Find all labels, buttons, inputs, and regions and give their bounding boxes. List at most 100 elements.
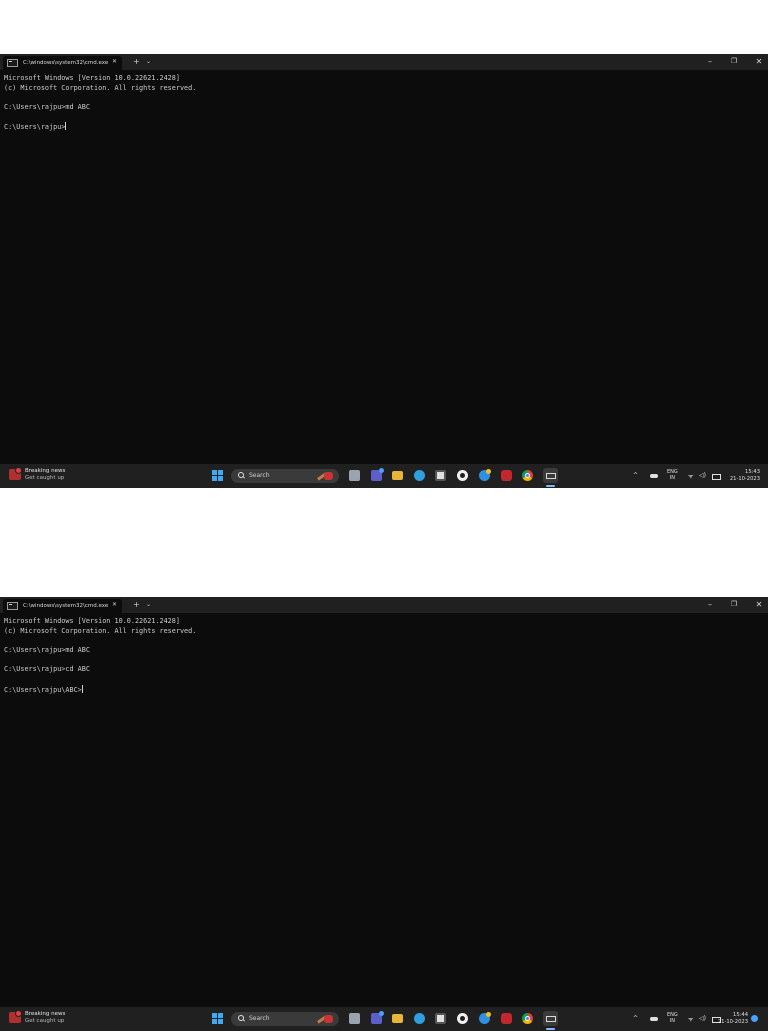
console-prompt-line[interactable]: C:\Users\rajpu> (4, 122, 764, 132)
search-highlight-icon (317, 1014, 335, 1024)
notification-icon[interactable] (751, 1015, 758, 1022)
tab-title: C:\windows\system32\cmd.exe (23, 603, 109, 609)
news-subtitle: Get caught up (25, 474, 65, 481)
wifi-icon[interactable]: ᯤ (688, 1015, 693, 1031)
minimize-button[interactable]: – (698, 54, 722, 70)
news-widget[interactable]: Breaking news Get caught up (9, 467, 65, 481)
store-icon[interactable] (435, 470, 446, 481)
dropdown-icon[interactable]: ⌄ (146, 55, 151, 69)
window-titlebar[interactable]: C:\windows\system32\cmd.exe ✕ + ⌄ – ❐ ✕ (0, 54, 768, 70)
active-app-indicator (546, 1028, 555, 1030)
clock[interactable]: 15:43 21-10-2023 (728, 469, 760, 488)
taskbar-search[interactable]: Search (231, 469, 339, 483)
console-line: C:\Users\rajpu>md ABC (4, 646, 90, 655)
volume-icon[interactable]: ◁) (699, 472, 706, 488)
clock-date: 21-10-2023 (717, 1018, 748, 1025)
console-prompt: C:\Users\rajpu\ABC> (4, 685, 82, 694)
minimize-button[interactable]: – (698, 597, 722, 613)
edge-beta-icon[interactable] (479, 1012, 491, 1024)
teams-chat-icon[interactable] (371, 1011, 384, 1024)
lang-line2: IN (669, 1018, 675, 1024)
taskbar: Breaking news Get caught up Search ^ ENG… (0, 464, 768, 488)
mcafee-icon[interactable] (501, 1013, 512, 1024)
search-icon (238, 1015, 244, 1021)
volume-icon[interactable]: ◁) (699, 1015, 706, 1031)
close-button[interactable]: ✕ (747, 597, 768, 613)
app-circle-icon[interactable] (457, 1013, 468, 1024)
file-explorer-icon[interactable] (392, 1014, 403, 1023)
language-indicator[interactable]: ENG IN (667, 1012, 678, 1031)
terminal-tab[interactable]: C:\windows\system32\cmd.exe ✕ (3, 599, 122, 613)
new-tab-button[interactable]: + (133, 598, 140, 612)
terminal-app-icon[interactable] (543, 468, 558, 483)
tab-close-icon[interactable]: ✕ (112, 58, 117, 65)
chrome-icon[interactable] (522, 470, 533, 481)
taskbar: Breaking news Get caught up Search ^ ENG… (0, 1007, 768, 1031)
mcafee-icon[interactable] (501, 470, 512, 481)
console-line: C:\Users\rajpu>md ABC (4, 103, 90, 112)
terminal-screenshot-2: C:\windows\system32\cmd.exe ✕ + ⌄ – ❐ ✕ … (0, 597, 768, 1031)
chevron-up-icon[interactable]: ^ (633, 1015, 638, 1031)
app-circle-icon[interactable] (457, 470, 468, 481)
edge-beta-icon[interactable] (479, 469, 491, 481)
weather-cloud-icon[interactable] (650, 474, 658, 478)
cmd-icon (7, 602, 18, 610)
news-subtitle: Get caught up (25, 1017, 65, 1024)
store-icon[interactable] (435, 1013, 446, 1024)
console-prompt-line[interactable]: C:\Users\rajpu\ABC> (4, 684, 764, 695)
news-widget[interactable]: Breaking news Get caught up (9, 1010, 65, 1024)
file-explorer-icon[interactable] (392, 471, 403, 480)
clock[interactable]: 15:44 21-10-2023 (716, 1012, 748, 1031)
chrome-icon[interactable] (522, 1013, 533, 1024)
search-highlight-icon (317, 471, 335, 481)
terminal-screenshot-1: C:\windows\system32\cmd.exe ✕ + ⌄ – ❐ ✕ … (0, 54, 768, 488)
new-tab-button[interactable]: + (133, 55, 140, 69)
edge-browser-icon[interactable] (414, 1013, 425, 1024)
edge-browser-icon[interactable] (414, 470, 425, 481)
lang-line2: IN (669, 475, 675, 481)
tab-title: C:\windows\system32\cmd.exe (23, 60, 109, 66)
start-button[interactable] (212, 1013, 223, 1024)
tab-close-icon[interactable]: ✕ (112, 601, 117, 608)
console-line: C:\Users\rajpu>cd ABC (4, 665, 90, 674)
terminal-tab[interactable]: C:\windows\system32\cmd.exe ✕ (3, 56, 122, 70)
search-icon (238, 472, 244, 478)
console-output[interactable]: Microsoft Windows [Version 10.0.22621.24… (4, 617, 764, 695)
news-badge (15, 1010, 22, 1017)
language-indicator[interactable]: ENG IN (667, 469, 678, 488)
start-button[interactable] (212, 470, 223, 481)
close-button[interactable]: ✕ (747, 54, 768, 70)
clock-date: 21-10-2023 (729, 475, 760, 482)
maximize-button[interactable]: ❐ (722, 54, 746, 70)
console-line: Microsoft Windows [Version 10.0.22621.24… (4, 74, 180, 82)
console-line: Microsoft Windows [Version 10.0.22621.24… (4, 617, 180, 625)
console-line: (c) Microsoft Corporation. All rights re… (4, 83, 197, 92)
news-badge (15, 467, 22, 474)
console-output[interactable]: Microsoft Windows [Version 10.0.22621.24… (4, 74, 764, 132)
console-line: (c) Microsoft Corporation. All rights re… (4, 626, 197, 635)
search-label: Search (249, 472, 270, 479)
text-cursor (65, 122, 67, 131)
search-label: Search (249, 1015, 270, 1022)
dropdown-icon[interactable]: ⌄ (146, 598, 151, 612)
cmd-icon (7, 59, 18, 67)
text-cursor (81, 684, 83, 693)
news-icon (9, 1010, 22, 1023)
window-titlebar[interactable]: C:\windows\system32\cmd.exe ✕ + ⌄ – ❐ ✕ (0, 597, 768, 613)
chevron-up-icon[interactable]: ^ (633, 472, 638, 488)
news-icon (9, 467, 22, 480)
battery-icon[interactable] (712, 474, 721, 480)
task-view-icon[interactable] (349, 470, 360, 481)
task-view-icon[interactable] (349, 1013, 360, 1024)
weather-cloud-icon[interactable] (650, 1017, 658, 1021)
active-app-indicator (546, 485, 555, 487)
maximize-button[interactable]: ❐ (722, 597, 746, 613)
wifi-icon[interactable]: ᯤ (688, 472, 693, 488)
teams-chat-icon[interactable] (371, 468, 384, 481)
console-prompt: C:\Users\rajpu> (4, 123, 66, 132)
